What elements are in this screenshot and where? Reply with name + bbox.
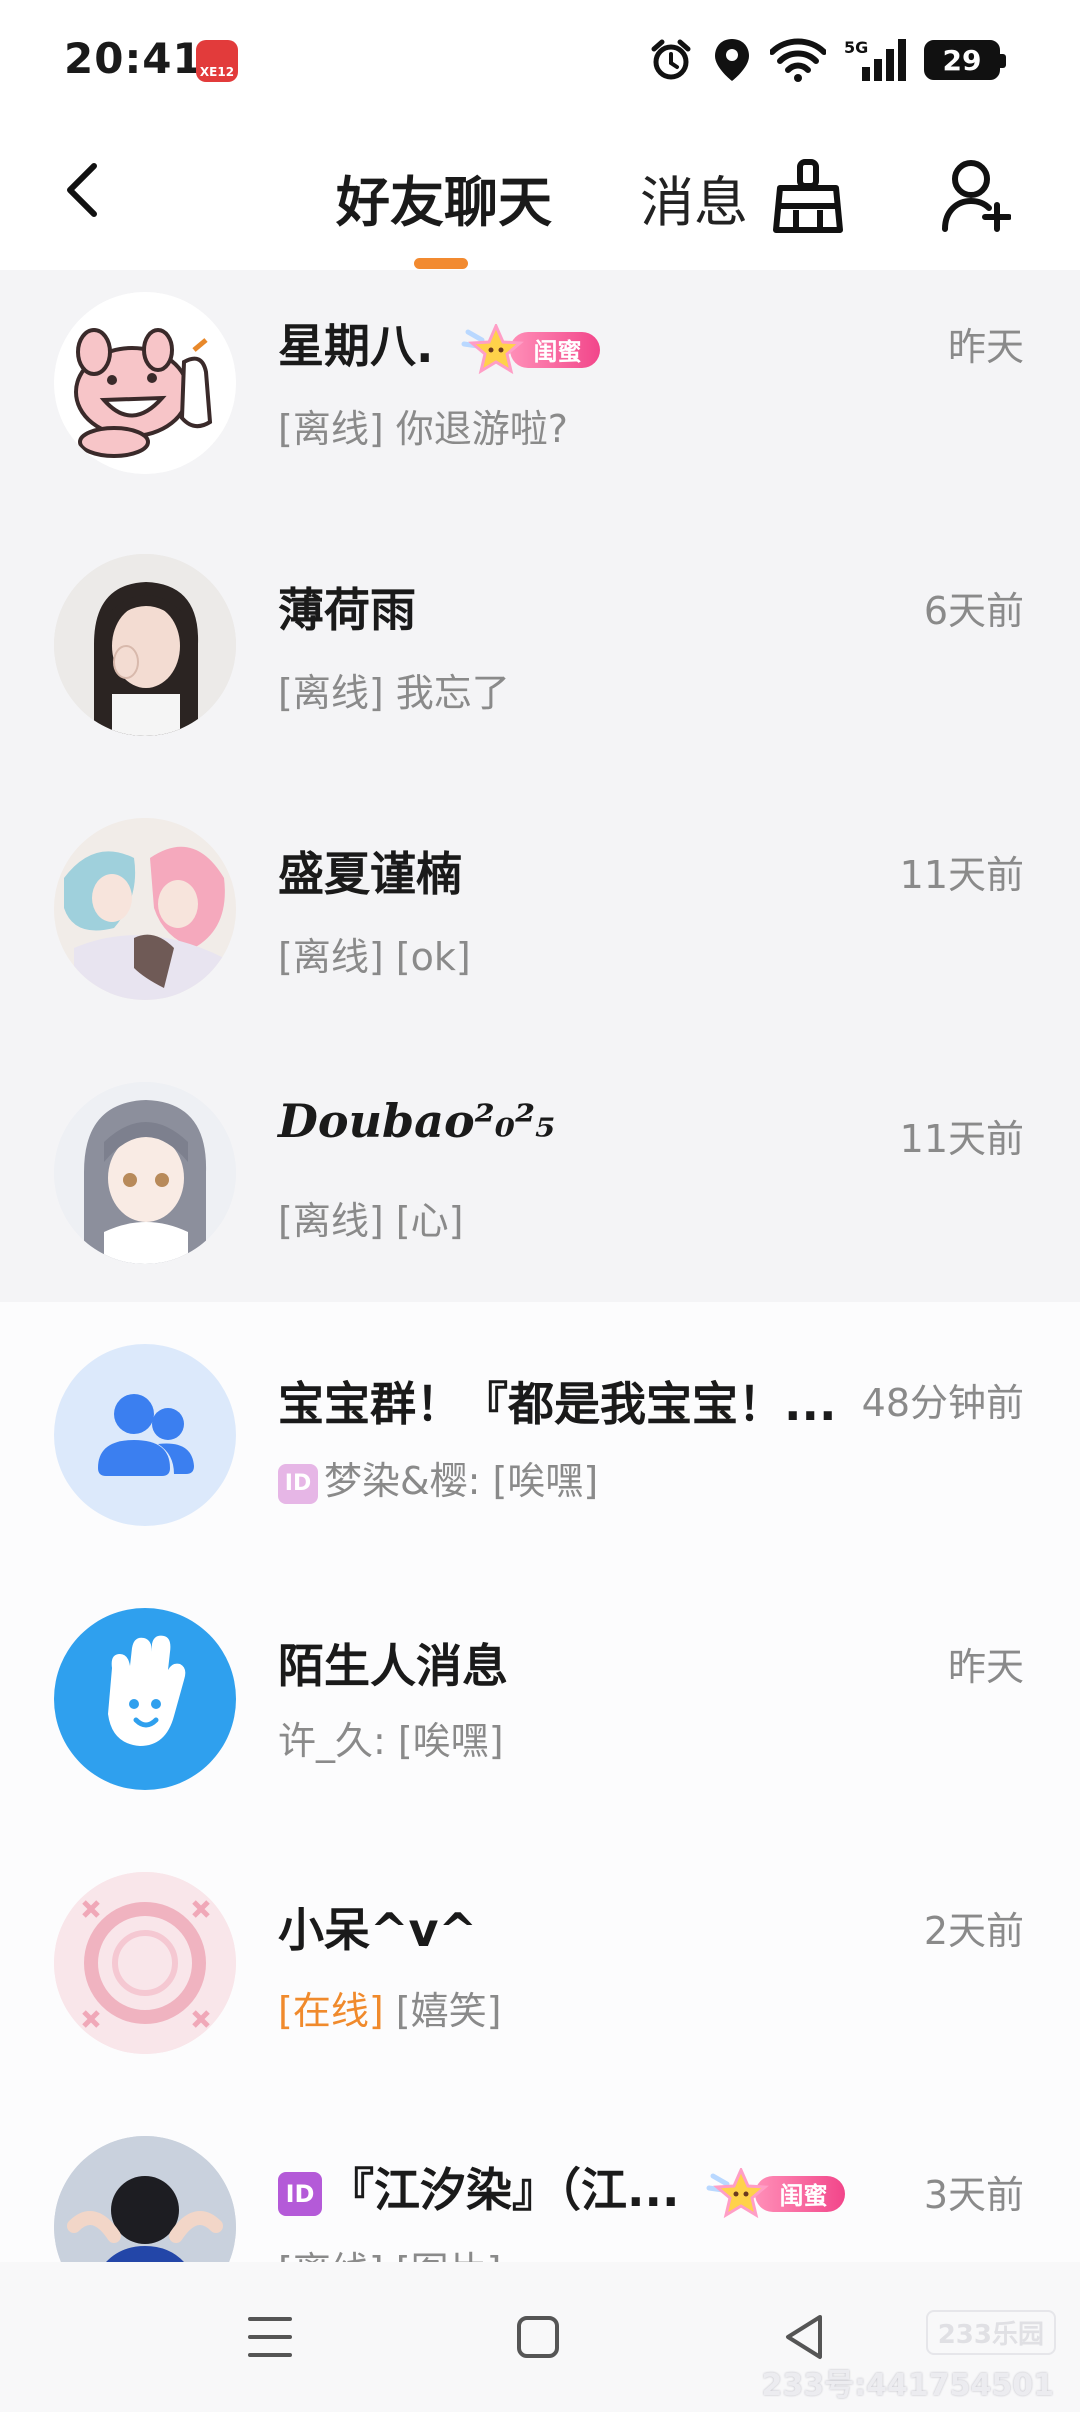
conversation-time: 6天前 [923, 589, 1024, 633]
conversation-time: 2天前 [923, 1909, 1024, 1953]
last-message: [ok] [395, 935, 471, 979]
conversation-preview: [离线] [图片] [278, 2240, 501, 2262]
id-icon: ID [278, 1463, 318, 1504]
bestie-badge: 闺蜜 [458, 323, 600, 374]
square-icon [517, 2316, 559, 2358]
wifi-icon [770, 38, 826, 82]
avatar[interactable] [54, 1082, 236, 1264]
conversation-row[interactable]: Doubao²₀²₅ 11天前 [离线] [心] [0, 1062, 1080, 1326]
conversation-row[interactable]: 小呆^v^ 2天前 [在线] [嬉笑] [0, 1854, 1080, 2118]
status-time: 20:41 [64, 34, 203, 83]
conversation-name: 薄荷雨 [278, 583, 416, 637]
star-icon [706, 2167, 770, 2218]
girl-photo-avatar-image [54, 2136, 236, 2262]
anime-girl-avatar-image [54, 1082, 236, 1264]
conversation-preview: ID 梦染&樱: [唉嘿] [278, 1450, 598, 1505]
app-notification-icon: XE12 [196, 40, 238, 82]
presence-status: [离线] [278, 407, 384, 451]
presence-status: [离线] [278, 2249, 384, 2262]
conversation-time: 48分钟前 [861, 1381, 1024, 1425]
avatar[interactable] [54, 554, 236, 736]
avatar[interactable] [54, 2136, 236, 2262]
battery-icon: 29 [924, 40, 1006, 80]
system-navigation-bar: 233乐园 233号:441754501 [0, 2262, 1080, 2412]
waving-hand-icon [108, 1635, 186, 1746]
conversation-preview: [离线] [心] [278, 1190, 463, 1245]
last-message: [嬉笑] [395, 1989, 502, 2033]
conversation-time: 3天前 [923, 2173, 1024, 2217]
network-label: 5G [844, 38, 868, 57]
conversation-row[interactable]: 盛夏谨楠 11天前 [离线] [ok] [0, 798, 1080, 1062]
conversation-preview: [离线] [ok] [278, 926, 471, 981]
conversation-name-text: 『江汐染』（江... [328, 2163, 680, 2217]
conversation-name: Doubao²₀²₅ [278, 1094, 556, 1148]
back-button[interactable] [52, 150, 112, 230]
last-message: 我忘了 [395, 671, 510, 715]
watermark-logo: 233乐园 [925, 2310, 1056, 2355]
last-message: 许_久: [唉嘿] [278, 1719, 504, 1763]
location-icon [715, 39, 749, 81]
conversation-name: 宝宝群！『都是我宝宝！... [278, 1377, 837, 1431]
last-message: [图片] [396, 2249, 502, 2262]
menu-icon [248, 2317, 292, 2357]
girl-photo-avatar-image [54, 554, 236, 736]
pink-pattern-avatar-image [54, 1872, 236, 2054]
conversation-row[interactable]: 宝宝群！『都是我宝宝！... 48分钟前 ID 梦染&樱: [唉嘿] [0, 1326, 1080, 1590]
conversation-time: 11天前 [899, 1117, 1024, 1161]
conversation-name: ID 『江汐染』（江... 闺蜜 [278, 2154, 846, 2220]
clear-unread-button[interactable] [762, 150, 854, 242]
active-tab-indicator [414, 258, 468, 269]
conversation-name: 陌生人消息 [278, 1639, 508, 1693]
avatar[interactable] [54, 818, 236, 1000]
conversation-time: 11天前 [899, 853, 1024, 897]
chevron-left-icon [67, 163, 97, 217]
last-message: [心] [395, 1199, 464, 1243]
avatar[interactable] [54, 1608, 236, 1790]
tab-friend-chat[interactable]: 好友聊天 [336, 158, 552, 237]
presence-status: [离线] [278, 1199, 384, 1243]
watermark-user-id: 233号:441754501 [761, 2368, 1055, 2403]
avatar[interactable] [54, 1344, 236, 1526]
add-user-icon [942, 160, 1011, 232]
triangle-back-icon [786, 2315, 822, 2359]
presence-status: [在线] [278, 1989, 384, 2033]
conversation-name: 盛夏谨楠 [278, 847, 462, 901]
conversation-row[interactable]: 薄荷雨 6天前 [离线] 我忘了 [0, 534, 1080, 798]
presence-status: [离线] [278, 671, 384, 715]
id-icon: ID [278, 2171, 322, 2216]
conversation-preview: 许_久: [唉嘿] [278, 1710, 504, 1765]
signal-icon: 5G [844, 38, 906, 81]
conversation-name: 星期八. 闺蜜 [278, 310, 600, 376]
status-bar: 20:41 XE12 5G 29 [0, 0, 1080, 120]
bunny-avatar-image [54, 292, 236, 474]
conversation-preview: [离线] 我忘了 [278, 662, 510, 717]
broom-icon [773, 159, 843, 233]
conversation-time: 昨天 [947, 1645, 1024, 1689]
conversation-row[interactable]: 星期八. 闺蜜 昨天 [离线] 你退游啦? [0, 270, 1080, 534]
recent-apps-button[interactable] [230, 2302, 310, 2372]
status-icons: 5G 29 [648, 34, 1006, 86]
alarm-icon [651, 39, 691, 80]
bestie-badge: 闺蜜 [703, 2167, 846, 2218]
conversation-name: 小呆^v^ [278, 1903, 478, 1957]
avatar[interactable] [54, 292, 236, 474]
avatar[interactable] [54, 1872, 236, 2054]
tab-messages[interactable]: 消息 [640, 158, 748, 237]
conversation-preview: [离线] 你退游啦? [278, 398, 568, 453]
group-icon [98, 1394, 194, 1476]
home-button[interactable] [498, 2302, 578, 2372]
anime-couple-avatar-image [54, 818, 236, 1000]
star-icon [461, 323, 524, 374]
add-friend-button[interactable] [930, 150, 1022, 242]
conversation-row[interactable]: ID『江汐染』（江... 闺蜜 3天前 [离线] [图片] [0, 2118, 1080, 2262]
conversation-preview: [在线] [嬉笑] [278, 1980, 501, 2035]
conversation-row[interactable]: 陌生人消息 昨天 许_久: [唉嘿] [0, 1590, 1080, 1854]
presence-status: [离线] [278, 935, 384, 979]
conversation-time: 昨天 [947, 325, 1024, 369]
last-message: 梦染&樱: [唉嘿] [324, 1459, 599, 1503]
last-message: 你退游啦? [395, 407, 568, 451]
conversation-name-text: 星期八. [278, 319, 434, 373]
top-navigation: 好友聊天 消息 [0, 120, 1080, 270]
